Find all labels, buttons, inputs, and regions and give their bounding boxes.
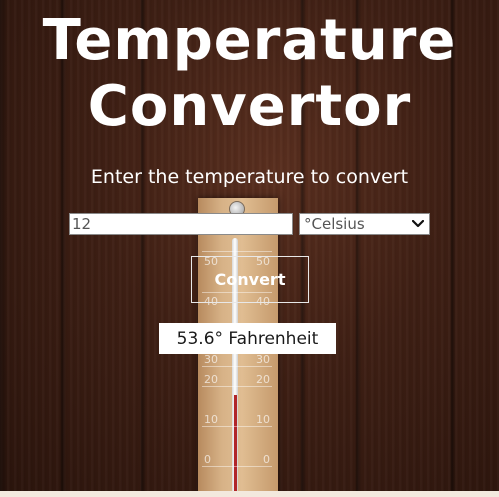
page-bottom-strip [0, 491, 499, 497]
scale-right-20: 20 [256, 373, 270, 386]
app-page: 50 50 40 40 30 30 20 20 10 10 0 0 Temper… [0, 0, 499, 497]
thermometer-tick [202, 426, 272, 427]
instruction-text: Enter the temperature to convert [90, 166, 409, 188]
thermometer-scale-label: 20 20 [202, 374, 274, 386]
page-title-line2: Convertor [87, 74, 412, 139]
chevron-down-icon [411, 217, 425, 231]
thermometer-mercury [234, 395, 237, 493]
temperature-input[interactable] [69, 213, 293, 235]
thermometer-tick [202, 386, 272, 387]
scale-right-30: 30 [256, 353, 270, 366]
thermometer-tick [202, 366, 272, 367]
unit-select-value: °Celsius [304, 215, 365, 233]
thermometer-scale-label: 0 0 [202, 454, 274, 466]
scale-left-30: 30 [204, 353, 218, 366]
result-output: 53.6° Fahrenheit [159, 323, 336, 354]
page-title: Temperature Convertor [0, 8, 499, 140]
thermometer-scale-label: 30 30 [202, 354, 274, 366]
unit-select[interactable]: °Celsius [299, 213, 430, 235]
scale-left-20: 20 [204, 373, 218, 386]
thermometer-tick [202, 251, 272, 252]
scale-left-0: 0 [204, 453, 211, 466]
thermometer-scale-label: 10 10 [202, 414, 274, 426]
thermometer-tick [202, 466, 272, 467]
scale-right-10: 10 [256, 413, 270, 426]
scale-right-0: 0 [263, 453, 270, 466]
page-title-line1: Temperature [42, 8, 457, 73]
convert-button[interactable]: Convert [191, 256, 309, 303]
scale-left-10: 10 [204, 413, 218, 426]
